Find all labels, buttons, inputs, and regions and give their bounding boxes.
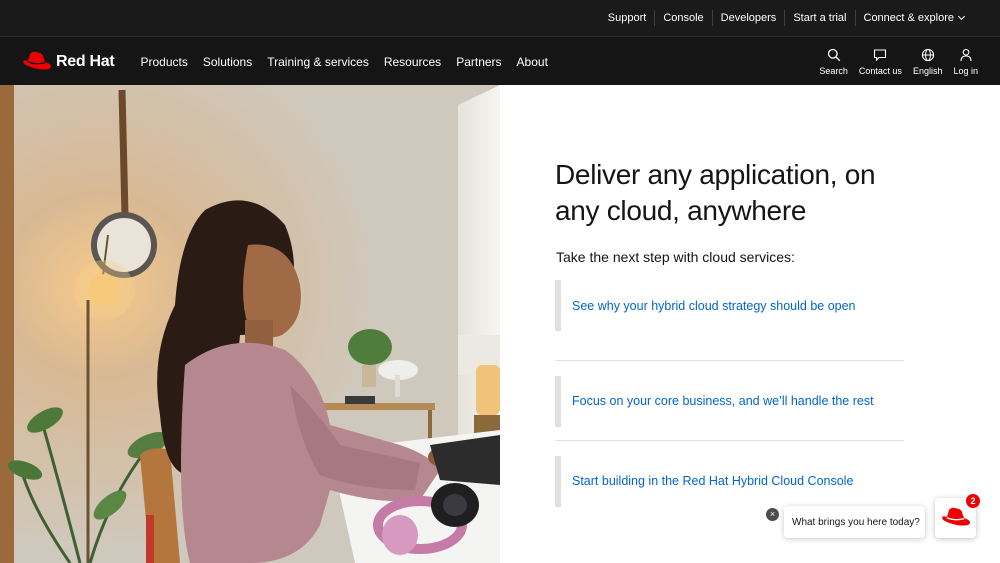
developers-link[interactable]: Developers [711,10,785,26]
language-label: English [912,65,943,76]
utility-links: Support Console Developers Start a trial… [600,0,972,36]
red-hat-logo[interactable]: Red Hat [22,49,115,75]
console-link[interactable]: Console [654,10,711,26]
hero-photo-illustration [0,85,500,563]
connect-explore-label: Connect & explore [863,12,955,24]
primary-nav-items: Products Solutions Training & services R… [133,37,555,86]
chevron-down-icon [957,12,966,21]
hero-headline: Deliver any application, on any cloud, a… [555,159,876,226]
close-icon[interactable]: × [766,508,779,521]
core-business-link[interactable]: Focus on your core business, and we’ll h… [572,394,874,408]
globe-icon [921,48,934,61]
contact-us-label: Contact us [858,65,902,76]
hero-link-list: See why your hybrid cloud strategy shoul… [555,280,904,522]
hero-subhead: Take the next step with cloud services: [556,249,795,265]
search-label: Search [819,65,848,76]
chat-icon [874,48,887,61]
utility-bar: Support Console Developers Start a trial… [0,0,1000,36]
hero-link-card: See why your hybrid cloud strategy shoul… [555,280,904,361]
contact-us-button[interactable]: Contact us [859,48,902,76]
search-icon [827,48,840,61]
hero-content: Deliver any application, on any cloud, a… [500,85,1000,563]
nav-products[interactable]: Products [133,55,195,69]
hybrid-cloud-console-link[interactable]: Start building in the Red Hat Hybrid Clo… [572,474,853,488]
nav-partners[interactable]: Partners [449,55,509,69]
start-trial-link[interactable]: Start a trial [784,10,854,26]
nav-about[interactable]: About [509,55,555,69]
hero-image [0,85,500,563]
nav-utility-icons: Search Contact us English Log in [808,37,978,86]
search-button[interactable]: Search [819,48,848,76]
red-hat-icon [941,507,970,526]
logo-wordmark: Red Hat [56,53,115,70]
nav-training-services[interactable]: Training & services [260,55,377,69]
nav-resources[interactable]: Resources [376,55,448,69]
hero-link-card: Focus on your core business, and we’ll h… [555,361,904,441]
language-button[interactable]: English [912,48,943,76]
nav-solutions[interactable]: Solutions [195,55,259,69]
red-hat-icon [23,51,52,70]
log-in-button[interactable]: Log in [953,48,978,76]
main-nav: Red Hat Products Solutions Training & se… [0,36,1000,85]
connect-explore-menu[interactable]: Connect & explore [854,10,973,26]
chat-prompt-bubble[interactable]: What brings you here today? [784,506,925,538]
card-accent-bar [555,456,561,507]
hybrid-cloud-strategy-link[interactable]: See why your hybrid cloud strategy shoul… [572,299,856,313]
notification-badge: 2 [966,494,980,508]
log-in-label: Log in [953,65,978,76]
card-accent-bar [555,280,561,331]
chat-prompt-text: What brings you here today? [792,516,920,528]
user-icon [960,48,972,61]
card-accent-bar [555,375,561,427]
support-link[interactable]: Support [600,10,655,26]
